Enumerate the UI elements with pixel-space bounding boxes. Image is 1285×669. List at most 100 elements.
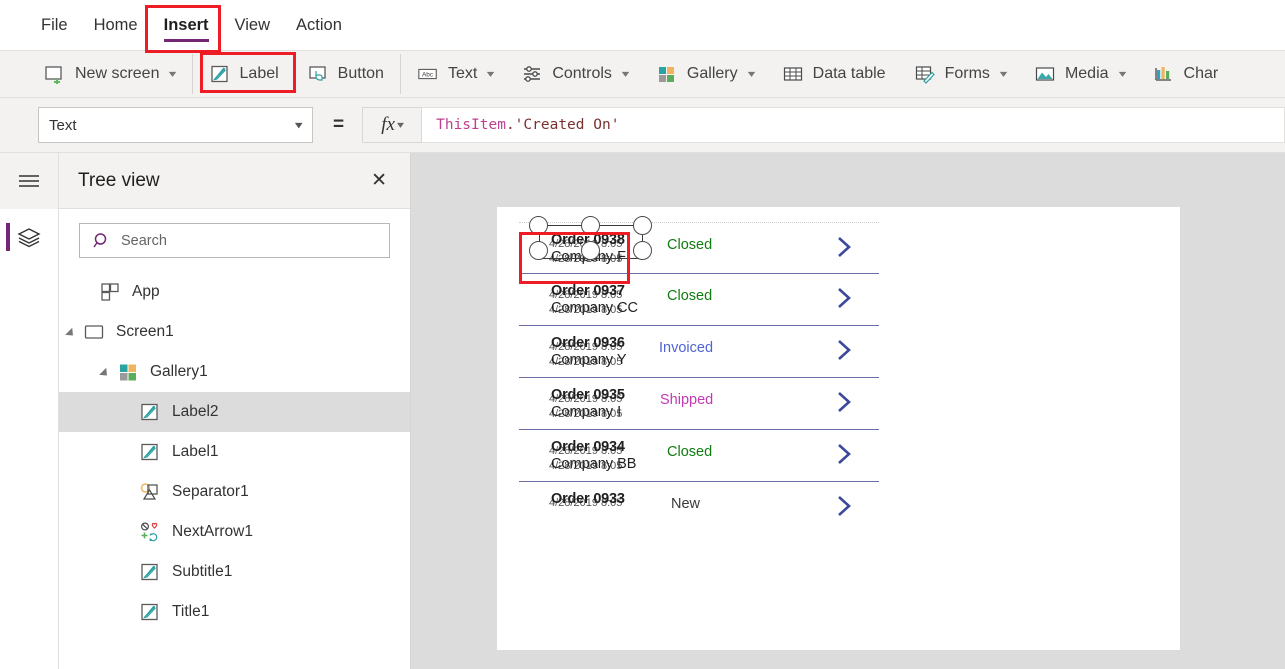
screen-icon: [84, 325, 104, 339]
tree-view-title: Tree view: [78, 169, 160, 191]
ribbon-label-button[interactable]: Label: [195, 51, 293, 97]
gallery-squares-icon: [120, 364, 136, 381]
gallery-row-subtitle[interactable]: Company I: [551, 404, 621, 420]
search-input[interactable]: Search: [79, 223, 390, 258]
ribbon-media-button[interactable]: Media ▾: [1020, 51, 1139, 97]
gallery-row[interactable]: 4/28/2019 8:05 Order 0933 New: [519, 482, 879, 534]
canvas-area[interactable]: 4/28/2019 8:05 Order 0938 4/28/2019 8:05…: [411, 153, 1285, 669]
tree-item-app[interactable]: App: [59, 272, 410, 312]
gallery-row-title[interactable]: Order 0936: [551, 335, 625, 351]
chevron-down-icon: ▾: [169, 68, 177, 80]
tree-item-title1[interactable]: Title1: [59, 592, 410, 632]
gallery-row[interactable]: 4/28/2019 8:05 Order 0934 4/28/2019 8:05…: [519, 430, 879, 482]
tree-item-label: Separator1: [172, 483, 249, 500]
separator-shape-icon: [140, 483, 158, 500]
app-screen-canvas[interactable]: 4/28/2019 8:05 Order 0938 4/28/2019 8:05…: [497, 207, 1180, 650]
gallery-row-subtitle[interactable]: Company CC: [551, 300, 638, 316]
close-icon[interactable]: ✕: [367, 167, 391, 194]
tree-item-gallery1[interactable]: Gallery1: [59, 352, 410, 392]
gallery-row[interactable]: 4/28/2019 8:05 Order 0935 4/28/2019 8:05…: [519, 378, 879, 430]
tree-item-screen1[interactable]: Screen1: [59, 312, 410, 352]
twisty-expanded-icon[interactable]: [101, 366, 113, 378]
new-screen-icon: [45, 66, 62, 84]
ribbon-button-button[interactable]: Button: [293, 51, 398, 97]
menu-bar: File Home Insert View Action: [0, 0, 1285, 50]
twisty-expanded-icon[interactable]: [67, 326, 79, 338]
hamburger-button[interactable]: [0, 153, 58, 209]
ribbon-divider: [399, 54, 401, 94]
gallery-row-title[interactable]: Order 0935: [551, 387, 625, 403]
formula-token-property: .'Created On': [505, 117, 620, 133]
property-select-value: Text: [49, 116, 77, 134]
gallery-row[interactable]: 4/28/2019 8:05 Order 0937 4/28/2019 8:05…: [519, 274, 879, 326]
chevron-right-icon[interactable]: [833, 389, 855, 415]
label-icon: [141, 443, 158, 461]
gallery-row[interactable]: 4/28/2019 8:05 Order 0938 4/28/2019 8:05…: [519, 216, 879, 274]
gallery-row-subtitle[interactable]: Company Y: [551, 352, 627, 368]
chevron-down-icon: ▾: [621, 68, 630, 80]
ribbon-controls-label: Controls: [552, 65, 612, 82]
data-table-icon: [783, 67, 802, 81]
hamburger-icon: [19, 175, 39, 187]
resize-handle-top-left[interactable]: [529, 216, 548, 235]
gallery-row-title[interactable]: Order 0934: [551, 439, 625, 455]
media-image-icon: [1035, 67, 1055, 81]
tree-item-separator1[interactable]: Separator1: [59, 472, 410, 512]
tree-item-label: Label2: [172, 403, 219, 420]
chevron-down-icon: ▾: [295, 119, 304, 132]
tree-item-subtitle1[interactable]: Subtitle1: [59, 552, 410, 592]
menu-item-file[interactable]: File: [28, 0, 81, 50]
ribbon-forms-button[interactable]: Forms ▾: [900, 51, 1020, 97]
ribbon-charts-button[interactable]: Char: [1139, 51, 1233, 97]
chevron-right-icon[interactable]: [833, 493, 855, 519]
gallery1-control[interactable]: 4/28/2019 8:05 Order 0938 4/28/2019 8:05…: [519, 216, 879, 534]
gallery-row-status: Shipped: [660, 392, 714, 408]
gallery-row-title[interactable]: Order 0933: [551, 491, 625, 507]
gallery-row-subtitle[interactable]: Company BB: [551, 456, 636, 472]
fx-button[interactable]: fx ▾: [362, 107, 423, 143]
tree-item-label: Label1: [172, 443, 219, 460]
ribbon-data-table-button[interactable]: Data table: [768, 51, 900, 97]
tree-item-nextarrow1[interactable]: NextArrow1: [59, 512, 410, 552]
ribbon-text-button[interactable]: Abc Text ▾: [403, 51, 507, 97]
powerapps-studio: File Home Insert View Action New screen …: [0, 0, 1285, 669]
gallery-row[interactable]: 4/28/2019 8:05 Order 0936 4/28/2019 8:05…: [519, 326, 879, 378]
ribbon-divider: [191, 54, 193, 94]
ribbon-controls-button[interactable]: Controls ▾: [507, 51, 642, 97]
ribbon-forms-label: Forms: [944, 65, 990, 82]
gallery-squares-icon: [658, 67, 674, 82]
tree-item-label: Subtitle1: [172, 563, 233, 580]
gallery-row-status: Closed: [667, 444, 713, 460]
forms-icon: [915, 66, 935, 84]
resize-handle-bottom-left[interactable]: [529, 241, 548, 260]
controls-sliders-icon: [524, 66, 541, 82]
menu-item-insert[interactable]: Insert: [151, 0, 222, 50]
formula-token-thisitem: ThisItem: [436, 117, 506, 133]
resize-handle-bottom-right[interactable]: [633, 241, 652, 260]
menu-item-view[interactable]: View: [222, 0, 283, 50]
menu-item-action[interactable]: Action: [283, 0, 355, 50]
gallery-row-title[interactable]: Order 0937: [551, 283, 625, 299]
twisty-placeholder: [83, 286, 95, 298]
tree-item-label: Gallery1: [150, 363, 208, 380]
property-select[interactable]: Text ▾: [38, 107, 313, 143]
resize-handle-top-center[interactable]: [581, 216, 600, 235]
tree-item-label: NextArrow1: [172, 523, 253, 540]
rail-item-tree-view[interactable]: [0, 209, 58, 265]
resize-handle-top-right[interactable]: [633, 216, 652, 235]
chevron-right-icon[interactable]: [833, 441, 855, 467]
resize-handle-bottom-center[interactable]: [581, 241, 600, 260]
chevron-right-icon[interactable]: [833, 234, 855, 260]
tree-item-label1[interactable]: Label1: [59, 432, 410, 472]
menu-item-home[interactable]: Home: [81, 0, 151, 50]
equals-sign: =: [333, 114, 345, 135]
ribbon-new-screen-button[interactable]: New screen ▾: [30, 51, 190, 97]
ribbon-gallery-button[interactable]: Gallery ▾: [642, 51, 768, 97]
ribbon-button-label: Button: [337, 65, 384, 82]
chevron-right-icon[interactable]: [833, 285, 855, 311]
formula-input[interactable]: ThisItem .'Created On': [422, 107, 1285, 143]
tree-search-wrapper: Search: [59, 209, 410, 268]
chevron-right-icon[interactable]: [833, 337, 855, 363]
tree-item-label2[interactable]: Label2: [59, 392, 410, 432]
ribbon-label-label: Label: [239, 65, 279, 82]
